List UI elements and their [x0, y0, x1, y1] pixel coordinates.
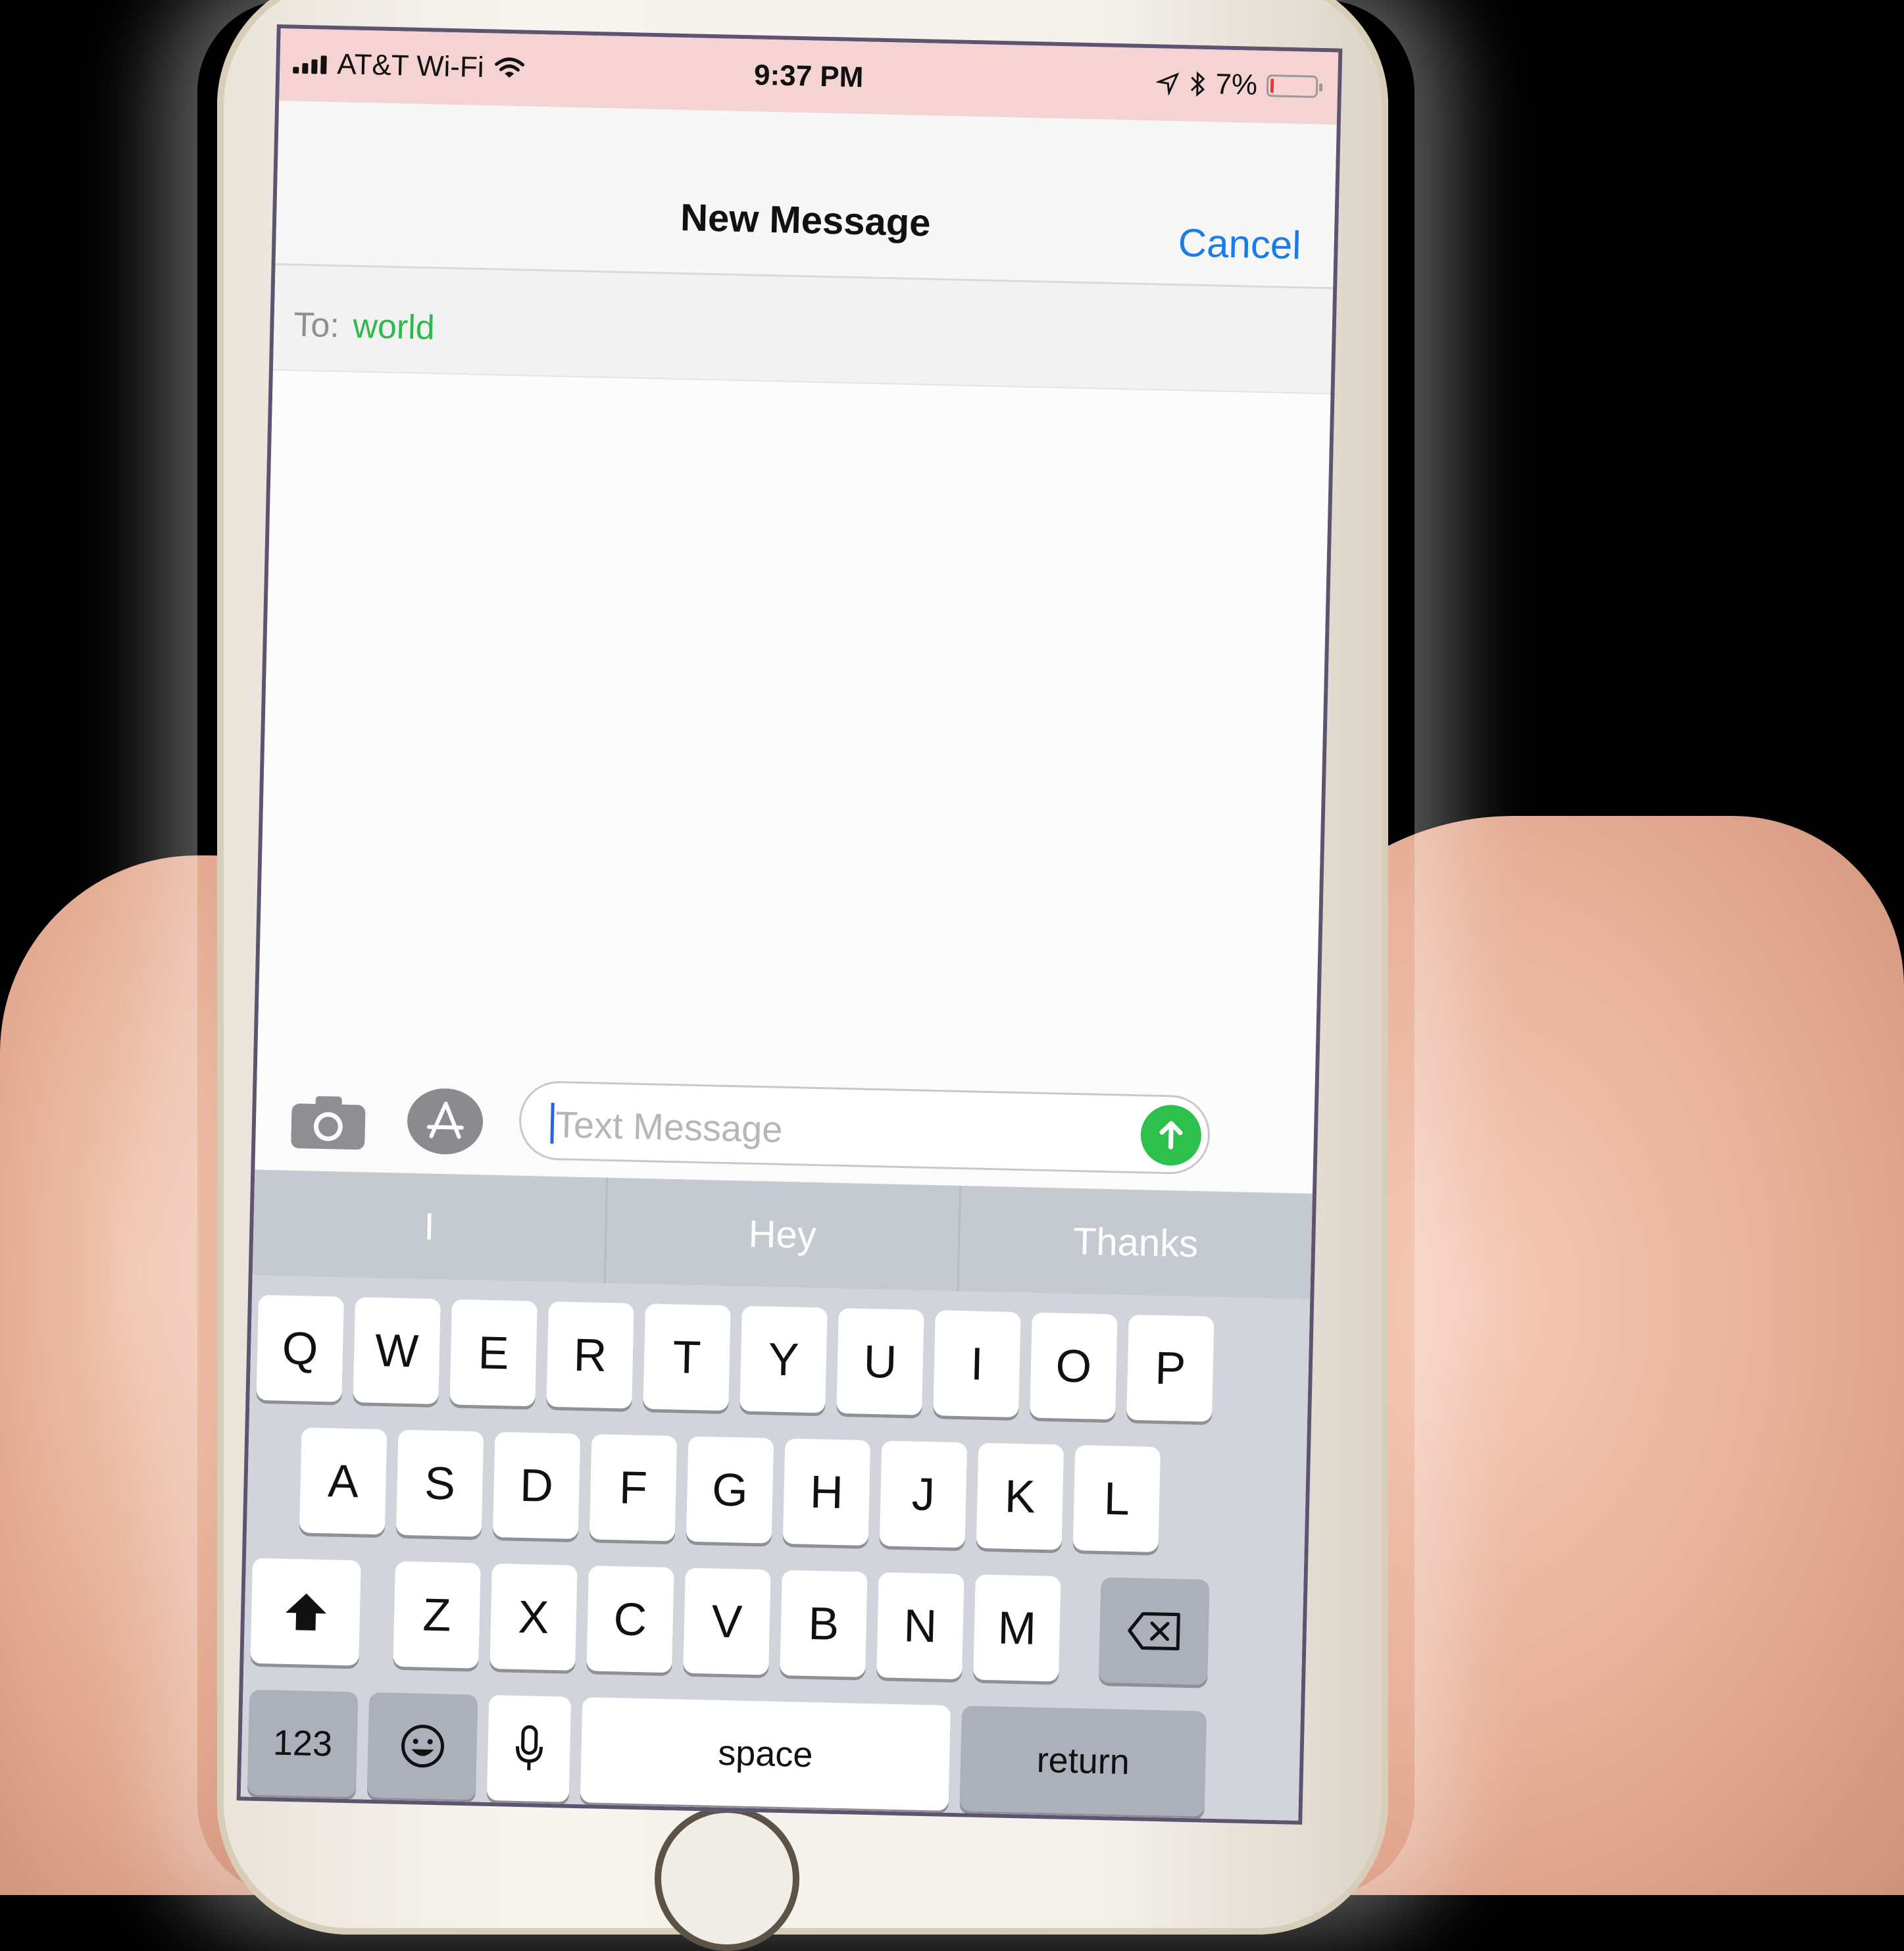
- suggestion-item[interactable]: Hey: [605, 1177, 962, 1291]
- key-a[interactable]: A: [299, 1427, 388, 1535]
- camera-button[interactable]: [288, 1092, 368, 1153]
- key-x[interactable]: X: [489, 1563, 578, 1671]
- cancel-button[interactable]: Cancel: [1178, 220, 1301, 268]
- key-v[interactable]: V: [683, 1567, 771, 1675]
- location-arrow-icon: [1156, 72, 1180, 96]
- arrow-up-icon: [1159, 1121, 1183, 1150]
- key-t[interactable]: T: [643, 1304, 731, 1411]
- predictive-bar: I Hey Thanks: [252, 1169, 1313, 1300]
- return-key[interactable]: return: [959, 1706, 1207, 1817]
- camera-icon: [291, 1096, 366, 1150]
- home-button[interactable]: [655, 1806, 799, 1951]
- key-u[interactable]: U: [836, 1307, 924, 1415]
- bluetooth-icon: [1191, 71, 1205, 97]
- app-store-icon: [426, 1102, 464, 1139]
- key-p[interactable]: P: [1126, 1314, 1215, 1422]
- key-d[interactable]: D: [492, 1432, 581, 1539]
- suggestion-item[interactable]: I: [252, 1169, 609, 1283]
- key-c[interactable]: C: [586, 1565, 674, 1673]
- key-f[interactable]: F: [589, 1434, 678, 1542]
- key-g[interactable]: G: [686, 1436, 774, 1544]
- battery-icon: [1266, 74, 1318, 98]
- key-r[interactable]: R: [546, 1301, 634, 1409]
- suggestion-item[interactable]: Thanks: [959, 1186, 1312, 1299]
- key-z[interactable]: Z: [393, 1561, 481, 1669]
- key-h[interactable]: H: [782, 1438, 871, 1546]
- message-placeholder: Text Message: [555, 1103, 784, 1150]
- key-j[interactable]: J: [879, 1440, 968, 1548]
- key-o[interactable]: O: [1030, 1312, 1118, 1420]
- key-k[interactable]: K: [976, 1442, 1065, 1550]
- emoji-icon: [401, 1725, 444, 1768]
- shift-icon: [285, 1593, 326, 1631]
- key-i[interactable]: I: [933, 1310, 1021, 1418]
- numbers-key[interactable]: 123: [247, 1689, 359, 1798]
- phone-screen: AT&T Wi-Fi 9:37 PM 7% New Message Cancel…: [236, 24, 1343, 1825]
- microphone-icon: [515, 1725, 543, 1771]
- microphone-key[interactable]: [486, 1694, 572, 1802]
- key-e[interactable]: E: [449, 1299, 538, 1407]
- message-input[interactable]: Text Message: [518, 1080, 1211, 1175]
- send-button[interactable]: [1140, 1104, 1202, 1167]
- key-m[interactable]: M: [973, 1574, 1061, 1682]
- recipient-label: To:: [293, 305, 340, 345]
- key-w[interactable]: W: [353, 1297, 441, 1405]
- key-s[interactable]: S: [395, 1429, 484, 1537]
- navigation-bar: New Message Cancel: [275, 101, 1337, 290]
- key-n[interactable]: N: [876, 1572, 965, 1680]
- key-y[interactable]: Y: [739, 1305, 828, 1413]
- app-store-button[interactable]: [406, 1087, 484, 1155]
- emoji-key[interactable]: [366, 1692, 478, 1800]
- message-area: [257, 370, 1331, 1086]
- key-q[interactable]: Q: [256, 1294, 344, 1402]
- space-key[interactable]: space: [580, 1697, 951, 1811]
- shift-key[interactable]: [250, 1558, 361, 1666]
- key-b[interactable]: B: [780, 1569, 868, 1677]
- keyboard: I Hey Thanks Q W E R T Y U I O P A S D F…: [240, 1169, 1313, 1825]
- delete-key[interactable]: [1098, 1577, 1210, 1685]
- text-caret: [550, 1102, 555, 1144]
- page-title: New Message: [680, 195, 932, 245]
- recipient-value[interactable]: world: [353, 307, 436, 348]
- key-l[interactable]: L: [1072, 1445, 1161, 1552]
- delete-icon: [1127, 1611, 1180, 1651]
- battery-percent: 7%: [1215, 68, 1258, 101]
